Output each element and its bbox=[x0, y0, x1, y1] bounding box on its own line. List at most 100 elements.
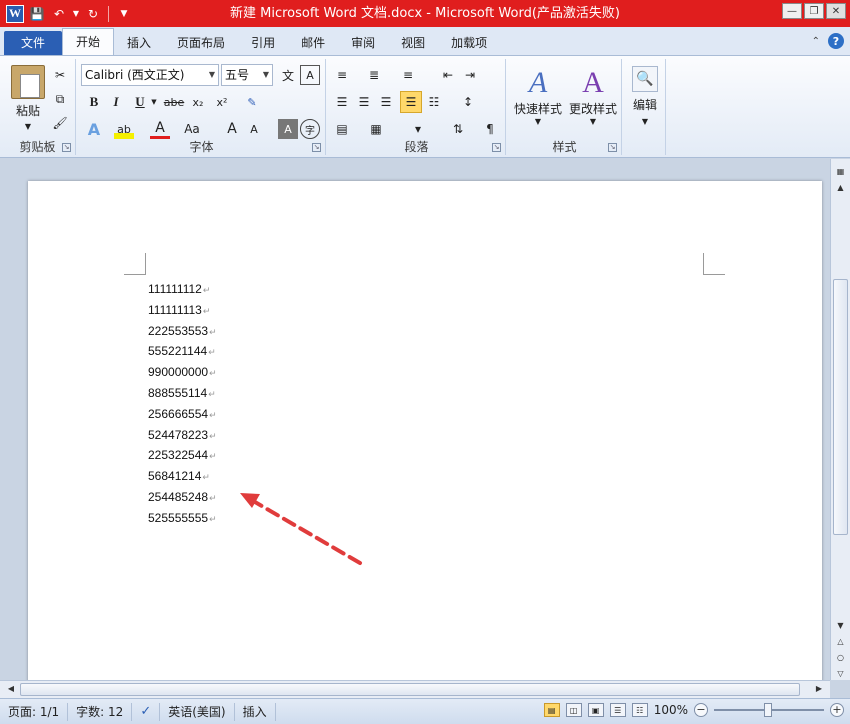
clipboard-launcher-icon[interactable]: ↘ bbox=[62, 143, 71, 152]
browse-object-icon[interactable]: ○ bbox=[833, 651, 848, 665]
shading-icon[interactable]: ▤ bbox=[332, 119, 352, 139]
horizontal-scrollbar[interactable]: ◀ ▶ bbox=[0, 680, 830, 698]
tab-addins[interactable]: 加载项 bbox=[438, 31, 500, 55]
line-spacing-icon[interactable]: ↕ bbox=[458, 92, 478, 112]
tab-references[interactable]: 引用 bbox=[238, 31, 288, 55]
zoom-out-icon[interactable]: − bbox=[694, 703, 708, 717]
numbering-icon[interactable]: ≣ bbox=[364, 65, 384, 85]
document-body[interactable]: 111111112↵ 111111113↵ 222553553↵ 555221144↵… bbox=[148, 279, 217, 529]
tab-page-layout[interactable]: 页面布局 bbox=[164, 31, 238, 55]
font-launcher-icon[interactable]: ↘ bbox=[312, 143, 321, 152]
decrease-indent-icon[interactable]: ⇤ bbox=[438, 65, 458, 85]
sort-icon[interactable]: ⇅ bbox=[448, 119, 468, 139]
scroll-up-icon[interactable]: ▲ bbox=[833, 181, 848, 195]
full-screen-reading-icon[interactable]: ◫ bbox=[565, 703, 582, 717]
subscript-button[interactable]: x₂ bbox=[188, 92, 208, 112]
find-button[interactable]: 🔍 编辑 ▼ bbox=[626, 61, 664, 131]
underline-dropdown-icon[interactable]: ▼ bbox=[150, 92, 158, 112]
zoom-level[interactable]: 100% bbox=[654, 703, 688, 717]
enclose-characters-icon[interactable]: 字 bbox=[300, 119, 320, 139]
document-line[interactable]: 111111112↵ bbox=[148, 279, 217, 300]
align-left-icon[interactable]: ☰ bbox=[332, 92, 352, 112]
justify-icon[interactable]: ☰ bbox=[400, 91, 422, 113]
minimize-ribbon-icon[interactable]: ⌃ bbox=[812, 36, 820, 47]
clear-formatting-icon[interactable]: ✎ bbox=[242, 92, 262, 112]
tab-home[interactable]: 开始 bbox=[62, 28, 115, 55]
document-line[interactable]: 555221144↵ bbox=[148, 341, 217, 362]
text-effects-icon[interactable]: A bbox=[84, 119, 104, 139]
tab-file[interactable]: 文件 bbox=[4, 31, 63, 55]
strikethrough-button[interactable]: abe bbox=[162, 92, 186, 112]
phonetic-guide-icon[interactable]: 文 bbox=[278, 65, 298, 85]
customize-qat-icon[interactable]: ▼ bbox=[115, 5, 133, 23]
draft-view-icon[interactable]: ☷ bbox=[631, 703, 648, 717]
tab-view[interactable]: 视图 bbox=[388, 31, 438, 55]
minimize-icon[interactable]: — bbox=[782, 3, 802, 19]
change-case-button[interactable]: Aa bbox=[180, 119, 204, 139]
document-line[interactable]: 256666554↵ bbox=[148, 404, 217, 425]
change-styles-button[interactable]: A 更改样式 ▼ bbox=[566, 61, 620, 131]
bold-button[interactable]: B bbox=[84, 92, 104, 112]
scroll-down-icon[interactable]: ▼ bbox=[833, 619, 848, 633]
proofing-icon[interactable]: ✓ bbox=[132, 702, 161, 721]
document-line[interactable]: 225322544↵ bbox=[148, 445, 217, 466]
word-logo-icon[interactable]: W bbox=[6, 4, 24, 23]
web-layout-icon[interactable]: ▣ bbox=[587, 703, 604, 717]
paste-button[interactable]: 粘贴 ▼ bbox=[10, 63, 46, 133]
copy-icon[interactable]: ⧉ bbox=[50, 89, 70, 109]
font-color-icon[interactable]: A bbox=[150, 119, 170, 139]
vertical-scroll-thumb[interactable] bbox=[833, 279, 848, 535]
document-line[interactable]: 222553553↵ bbox=[148, 321, 217, 342]
ruler-toggle-icon[interactable]: ▦ bbox=[833, 165, 848, 179]
document-line[interactable]: 524478223↵ bbox=[148, 425, 217, 446]
undo-icon[interactable]: ↶ bbox=[50, 5, 68, 23]
document-page[interactable]: 111111112↵ 111111113↵ 222553553↵ 555221144↵… bbox=[28, 181, 822, 701]
save-icon[interactable]: 💾 bbox=[28, 5, 46, 23]
scroll-left-icon[interactable]: ◀ bbox=[4, 682, 18, 696]
underline-button[interactable]: U bbox=[130, 92, 150, 112]
document-line[interactable]: 56841214↵ bbox=[148, 466, 217, 487]
highlight-icon[interactable]: ab bbox=[114, 119, 134, 139]
previous-page-icon[interactable]: △ bbox=[833, 635, 848, 649]
multilevel-list-icon[interactable]: ≡ bbox=[398, 65, 418, 85]
tab-insert[interactable]: 插入 bbox=[114, 31, 164, 55]
show-marks-icon[interactable]: ¶ bbox=[480, 119, 500, 139]
italic-button[interactable]: I bbox=[106, 92, 126, 112]
insert-mode-status[interactable]: 插入 bbox=[235, 702, 276, 721]
word-count-status[interactable]: 字数: 12 bbox=[68, 702, 133, 721]
align-right-icon[interactable]: ☰ bbox=[376, 92, 396, 112]
document-line[interactable]: 525555555↵ bbox=[148, 508, 217, 529]
cut-icon[interactable]: ✂ bbox=[50, 65, 70, 85]
bullets-icon[interactable]: ≡ bbox=[332, 65, 352, 85]
help-icon[interactable]: ? bbox=[828, 33, 844, 49]
zoom-slider-thumb[interactable] bbox=[764, 703, 772, 717]
shrink-font-button[interactable]: A bbox=[244, 119, 264, 139]
outline-view-icon[interactable]: ☰ bbox=[609, 703, 626, 717]
character-border-icon[interactable]: A bbox=[300, 65, 320, 85]
chinese-layout-icon[interactable]: ▾ bbox=[408, 119, 428, 139]
styles-launcher-icon[interactable]: ↘ bbox=[608, 143, 617, 152]
document-line[interactable]: 111111113↵ bbox=[148, 300, 217, 321]
zoom-in-icon[interactable]: + bbox=[830, 703, 844, 717]
character-shading-icon[interactable]: A bbox=[278, 119, 298, 139]
increase-indent-icon[interactable]: ⇥ bbox=[460, 65, 480, 85]
restore-icon[interactable]: ❐ bbox=[804, 3, 824, 19]
document-line[interactable]: 888555114↵ bbox=[148, 383, 217, 404]
tab-review[interactable]: 审阅 bbox=[338, 31, 388, 55]
quick-styles-button[interactable]: A 快速样式 ▼ bbox=[512, 61, 564, 131]
borders-icon[interactable]: ▦ bbox=[366, 119, 386, 139]
redo-icon[interactable]: ↻ bbox=[84, 5, 102, 23]
horizontal-scroll-thumb[interactable] bbox=[20, 683, 800, 696]
font-size-dropdown-icon[interactable]: ▼ bbox=[263, 65, 269, 85]
align-center-icon[interactable]: ☰ bbox=[354, 92, 374, 112]
undo-dropdown-icon[interactable]: ▼ bbox=[72, 5, 80, 23]
print-layout-view-icon[interactable]: ▤ bbox=[543, 703, 560, 717]
next-page-icon[interactable]: ▽ bbox=[833, 667, 848, 681]
zoom-slider[interactable] bbox=[714, 703, 824, 717]
format-painter-icon[interactable]: 🖌 bbox=[50, 113, 70, 133]
page-count-status[interactable]: 页面: 1/1 bbox=[0, 702, 69, 721]
scroll-right-icon[interactable]: ▶ bbox=[812, 682, 826, 696]
close-icon[interactable]: ✕ bbox=[826, 3, 846, 19]
grow-font-button[interactable]: A bbox=[222, 119, 242, 139]
document-line[interactable]: 254485248↵ bbox=[148, 487, 217, 508]
